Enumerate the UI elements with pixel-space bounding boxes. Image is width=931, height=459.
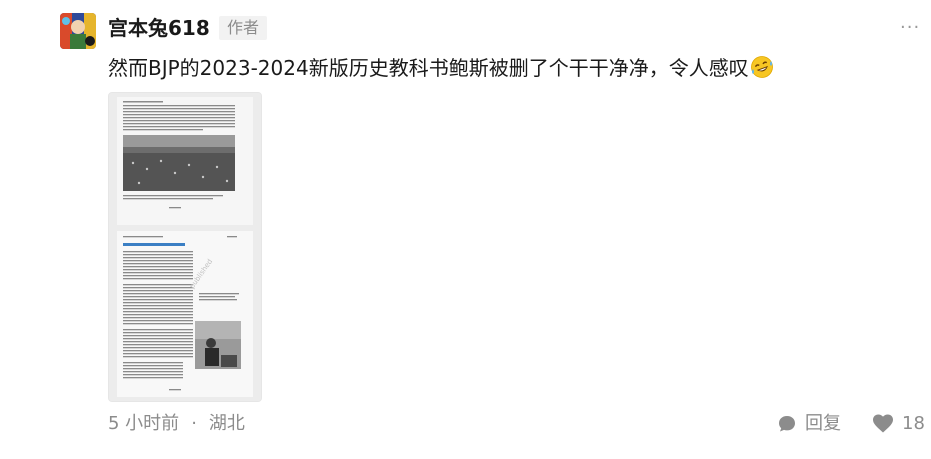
comment-bubble-icon	[779, 416, 795, 432]
rolling-on-floor-laughing-emoji-icon	[750, 55, 774, 88]
more-options-button[interactable]: ···	[900, 18, 920, 38]
reply-button[interactable]: 回复	[777, 412, 841, 436]
attached-image[interactable]: published	[108, 92, 262, 402]
like-button[interactable]: 18	[872, 412, 925, 436]
meta-separator: ·	[191, 413, 197, 434]
heart-icon	[873, 414, 893, 433]
comment-meta: 5 小时前 · 湖北	[108, 412, 245, 436]
timestamp: 5 小时前	[108, 413, 180, 434]
like-count: 18	[902, 413, 925, 434]
avatar[interactable]	[60, 13, 96, 49]
comment-text-line: 然而BJP的2023-2024新版历史教科书鲍斯被删了个干干净净，令人感叹	[108, 52, 774, 88]
avatar-illustration	[60, 13, 96, 49]
username[interactable]: 宫本兔618	[108, 14, 210, 42]
ip-location: 湖北	[208, 413, 245, 434]
author-badge: 作者	[219, 16, 268, 40]
comment-text: 然而BJP的2023-2024新版历史教科书鲍斯被删了个干干净净，令人感叹	[108, 56, 749, 80]
textbook-pages-image: published	[109, 93, 261, 401]
reply-label: 回复	[805, 413, 841, 434]
